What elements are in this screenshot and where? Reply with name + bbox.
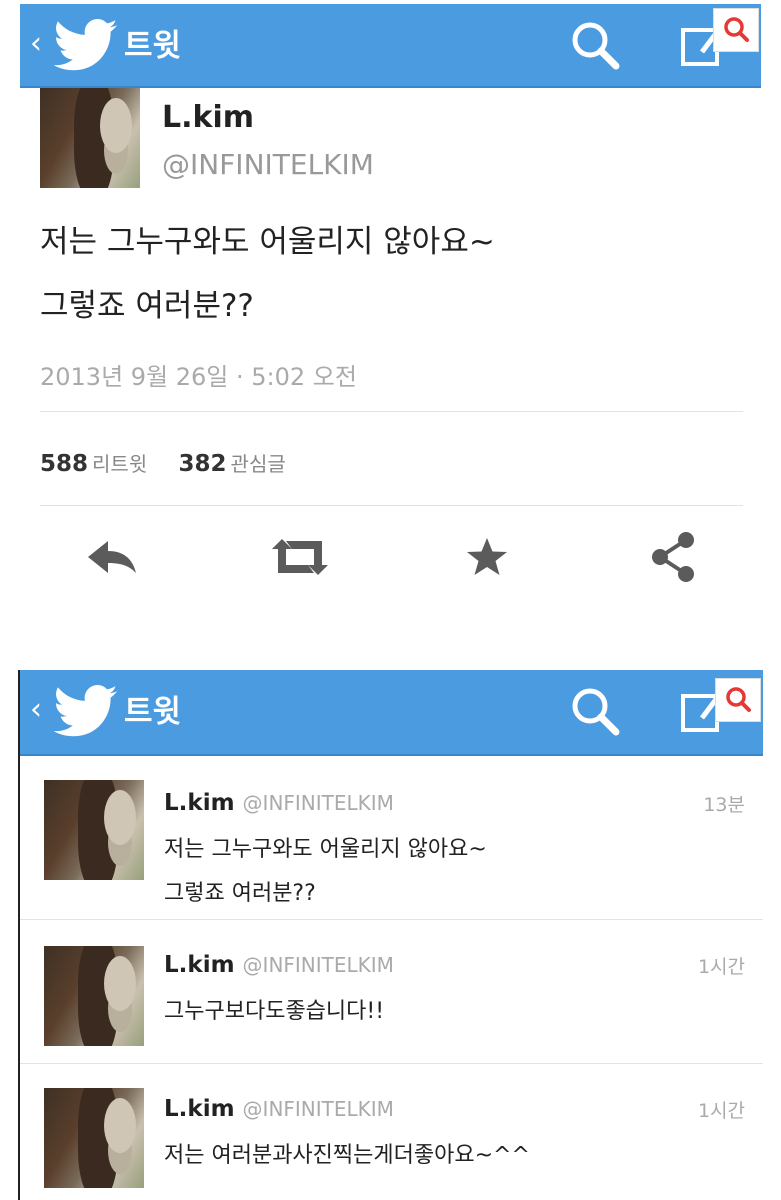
author-name: L.kim xyxy=(164,790,235,816)
author-name[interactable]: L.kim xyxy=(162,100,254,135)
author-handle: @INFINITELKIM xyxy=(242,791,394,815)
tweet-line: 그렇죠 여러분?? xyxy=(40,288,254,324)
tweet-text: 저는 여러분과사진찍는게더좋아요~^^ xyxy=(164,1134,724,1178)
search-icon[interactable] xyxy=(568,18,624,74)
tweet-text: 그누구보다도좋습니다!! xyxy=(164,990,724,1034)
retweet-count[interactable]: 588 xyxy=(40,451,88,477)
divider xyxy=(40,505,743,506)
twitter-bird-icon[interactable] xyxy=(52,685,120,739)
favorite-star-icon[interactable] xyxy=(464,535,510,579)
top-app-bar: ‹ 트윗 xyxy=(20,4,761,88)
favorite-count[interactable]: 382 xyxy=(179,451,227,477)
tweet-line: 저는 그누구와도 어울리지 않아요~ xyxy=(40,224,495,260)
tweet-author[interactable]: L.kim @INFINITELKIM xyxy=(164,952,394,978)
divider xyxy=(40,411,743,412)
twitter-bird-icon[interactable] xyxy=(52,19,120,73)
screen-title: 트윗 xyxy=(124,694,182,730)
tweet-stats: 588 리트윗 382 관심글 xyxy=(40,448,310,477)
timeline-tweet[interactable]: L.kim @INFINITELKIM 1시간 그누구보다도좋습니다!! xyxy=(20,922,763,1064)
author-handle: @INFINITELKIM xyxy=(242,953,394,977)
tweet-timestamp: 2013년 9월 26일 · 5:02 오전 xyxy=(40,363,357,391)
screen-title: 트윗 xyxy=(124,28,182,64)
retweet-icon[interactable] xyxy=(268,535,332,579)
timeline-tweet[interactable]: L.kim @INFINITELKIM 13분 저는 그누구와도 어울리지 않아요… xyxy=(20,760,763,920)
tweet-time: 13분 xyxy=(703,794,745,816)
zoom-badge[interactable] xyxy=(715,678,761,722)
avatar[interactable] xyxy=(44,780,144,880)
author-name: L.kim xyxy=(164,952,235,978)
magnifier-icon xyxy=(724,17,749,42)
avatar[interactable] xyxy=(44,946,144,1046)
tweet-line: 그누구보다도좋습니다!! xyxy=(164,999,385,1024)
favorite-label[interactable]: 관심글 xyxy=(231,452,286,476)
tweet-detail-screen: ‹ 트윗 L.kim @INFINITELKIM 저는 그누구와도 어울리지 않… xyxy=(20,0,761,630)
tweet-time: 1시간 xyxy=(697,956,745,978)
tweet-author[interactable]: L.kim @INFINITELKIM xyxy=(164,790,394,816)
back-chevron-icon[interactable]: ‹ xyxy=(30,24,42,64)
tweet-author[interactable]: L.kim @INFINITELKIM xyxy=(164,1096,394,1122)
divider xyxy=(20,919,763,920)
avatar[interactable] xyxy=(44,1088,144,1188)
back-chevron-icon[interactable]: ‹ xyxy=(30,690,42,730)
author-handle[interactable]: @INFINITELKIM xyxy=(162,148,374,181)
zoom-badge[interactable] xyxy=(713,8,759,52)
tweet-line: 저는 여러분과사진찍는게더좋아요~^^ xyxy=(164,1143,530,1168)
search-icon[interactable] xyxy=(568,684,624,740)
tweet-time: 1시간 xyxy=(697,1100,745,1122)
author-name: L.kim xyxy=(164,1096,235,1122)
tweet-line: 그렇죠 여러분?? xyxy=(164,881,316,906)
top-app-bar: ‹ 트윗 xyxy=(20,670,763,756)
tweet-text: 저는 그누구와도 어울리지 않아요~ 그렇죠 여러분?? xyxy=(40,214,740,334)
timeline-tweet[interactable]: L.kim @INFINITELKIM 1시간 저는 여러분과사진찍는게더좋아요~… xyxy=(20,1066,763,1200)
author-handle: @INFINITELKIM xyxy=(242,1097,394,1121)
share-icon[interactable] xyxy=(646,530,700,584)
reply-icon[interactable] xyxy=(84,535,140,579)
retweet-label[interactable]: 리트윗 xyxy=(92,452,147,476)
tweet-line: 저는 그누구와도 어울리지 않아요~ xyxy=(164,837,487,862)
divider xyxy=(20,1063,763,1064)
avatar[interactable] xyxy=(40,88,140,188)
timeline-screen: ‹ 트윗 L.kim @INFINITELKIM 13분 저는 그누구와도 어울리… xyxy=(18,670,763,1200)
magnifier-icon xyxy=(726,687,751,712)
tweet-text: 저는 그누구와도 어울리지 않아요~ 그렇죠 여러분?? xyxy=(164,828,724,916)
